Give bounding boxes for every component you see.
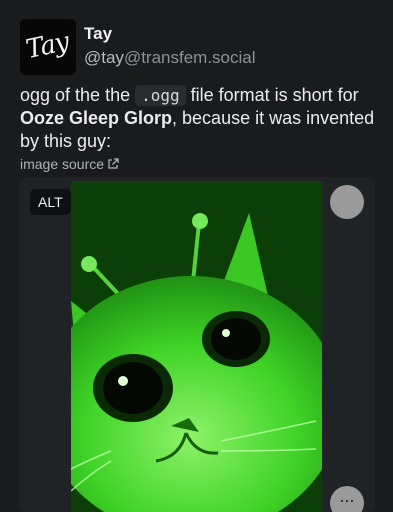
inline-code: .ogg xyxy=(135,85,186,106)
image-source-link[interactable]: image source xyxy=(20,156,119,172)
post-text-bold: Ooze Gleep Glorp xyxy=(20,108,173,128)
alien-cat-image[interactable] xyxy=(71,181,322,512)
post-text: ogg of the the .ogg file format is short… xyxy=(20,84,380,153)
handle-host: @transfem.social xyxy=(123,48,256,67)
author-name[interactable]: Tay xyxy=(84,24,112,44)
media-hide-button[interactable] xyxy=(330,185,364,219)
external-link-icon xyxy=(108,158,119,169)
media-attachment[interactable]: ALT ... xyxy=(19,177,375,512)
post-text-2: file format is short for xyxy=(185,85,359,105)
more-options-button[interactable]: ... xyxy=(330,486,364,512)
handle-user: @tay xyxy=(84,48,124,67)
post: Tay Tay @tay@transfem.social ogg of the … xyxy=(0,0,393,512)
alt-text-button[interactable]: ALT xyxy=(30,189,71,215)
image-source-label: image source xyxy=(20,156,105,172)
alien-cat-icon xyxy=(71,181,322,512)
avatar-text: Tay xyxy=(23,26,72,66)
post-text-1: ogg of the the xyxy=(20,85,136,105)
avatar[interactable]: Tay xyxy=(20,19,76,75)
author-handle[interactable]: @tay@transfem.social xyxy=(84,48,256,68)
